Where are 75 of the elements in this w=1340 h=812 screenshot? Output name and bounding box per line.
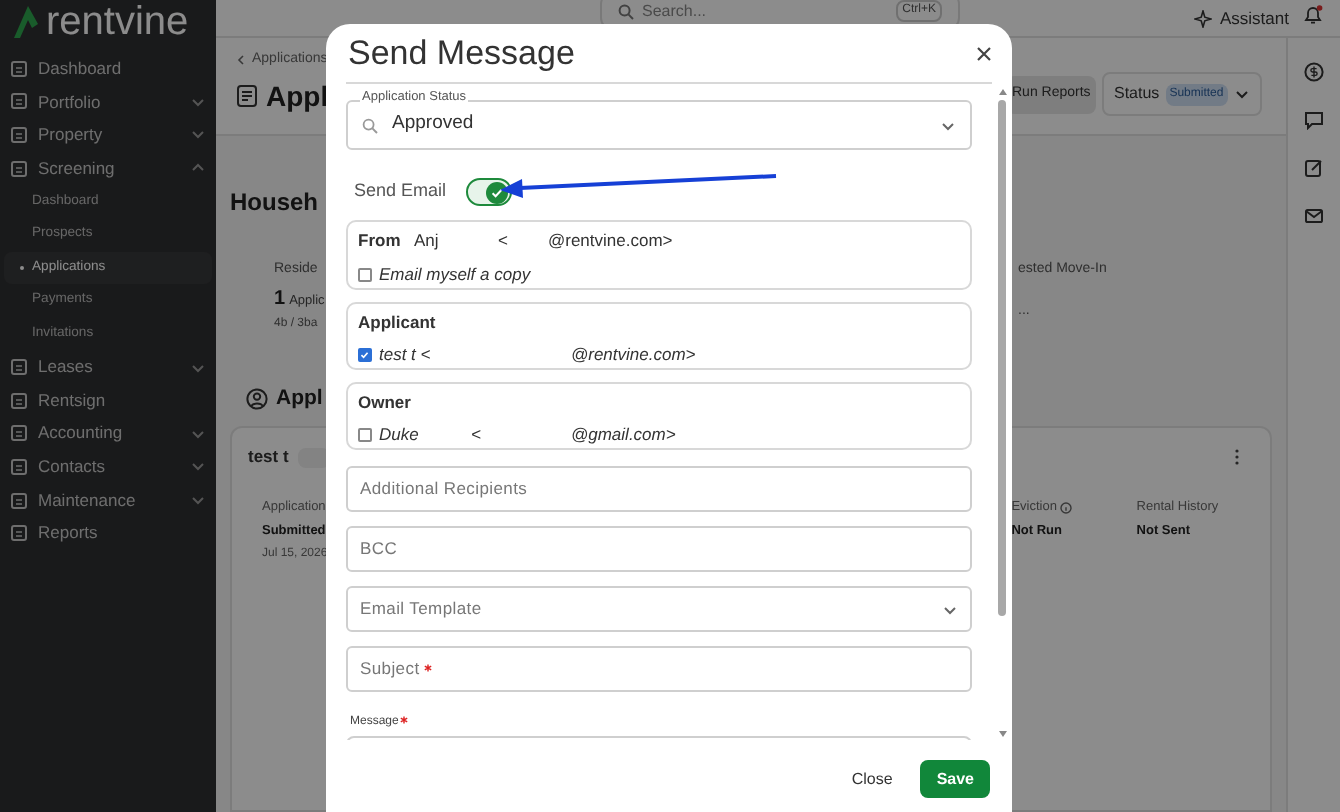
template-select[interactable]: Email Template: [346, 586, 972, 632]
nav-item[interactable]: Rentsign: [0, 383, 216, 418]
chevron-icon: [942, 601, 958, 617]
back-chevron-icon: [236, 54, 246, 67]
nav-item[interactable]: Leases: [0, 350, 216, 384]
checkbox[interactable]: [358, 268, 371, 282]
scrollbar[interactable]: [996, 88, 1008, 738]
input-field[interactable]: Subject: [346, 646, 972, 692]
search-icon: [362, 117, 378, 133]
nav-item[interactable]: Screening: [0, 151, 216, 185]
edit-icon[interactable]: [1304, 158, 1324, 178]
status-select[interactable]: Approved: [346, 100, 972, 150]
email-address: @gmail.com>: [571, 422, 676, 448]
mail-icon[interactable]: [1304, 206, 1324, 226]
checkbox[interactable]: [358, 428, 371, 442]
applicant-name: test t: [248, 444, 289, 470]
search-icon: [618, 3, 634, 19]
leaf-logo-icon: [14, 6, 42, 38]
kebab-menu-icon[interactable]: [1234, 448, 1240, 467]
chevron-icon: [190, 359, 206, 376]
email-address: @rentvine.com>: [571, 342, 696, 368]
scroll-thumb[interactable]: [998, 100, 1006, 616]
user-circle-icon: [246, 387, 268, 410]
recipient-name: Duke: [379, 422, 421, 448]
document-icon: [236, 83, 258, 107]
square-icon: [10, 457, 28, 476]
applicant-count: 1: [274, 285, 286, 313]
bell-icon[interactable]: [1302, 4, 1324, 26]
nav-item[interactable]: Dashboard: [0, 52, 216, 86]
sparkle-icon: [1194, 9, 1212, 28]
section-heading: Appl: [276, 383, 323, 413]
square-icon: [10, 159, 28, 178]
square-icon: [10, 424, 28, 443]
square-icon: [10, 491, 28, 510]
send-email-toggle[interactable]: [466, 178, 513, 206]
dollar-icon[interactable]: [1304, 62, 1324, 82]
group-title: Applicant: [358, 310, 438, 332]
checkbox[interactable]: [358, 348, 371, 362]
toggle-label: Send Email: [354, 178, 447, 205]
square-icon: [10, 358, 28, 377]
email-address: @rentvine.com>: [548, 228, 673, 254]
nav-item[interactable]: Property: [0, 118, 216, 152]
chevron-icon: [1233, 86, 1250, 102]
section-heading: Househ: [230, 186, 319, 220]
sender-name: Anj: [414, 228, 441, 254]
square-icon: [10, 524, 28, 543]
square-icon: [10, 92, 28, 111]
close-button[interactable]: Close: [843, 760, 901, 798]
nav-item[interactable]: Contacts: [0, 450, 216, 484]
scroll-up-icon[interactable]: [997, 88, 1007, 96]
nav-item[interactable]: Maintenance: [0, 483, 216, 517]
bracket-text: <: [498, 228, 510, 254]
logo-text: rentvine: [46, 2, 189, 42]
input-field[interactable]: BCC: [346, 526, 972, 572]
nav-item[interactable]: Accounting: [0, 417, 216, 451]
square-icon: [10, 391, 28, 410]
square-icon: [10, 125, 28, 144]
scroll-down-icon[interactable]: [997, 730, 1007, 738]
nav-item[interactable]: Portfolio: [0, 85, 216, 119]
field-label: From: [358, 228, 403, 254]
group-title: Owner: [358, 390, 413, 412]
assistant-button[interactable]: Assistant: [1220, 6, 1289, 32]
dialog-title: Send Message: [348, 31, 575, 76]
chevron-icon: [940, 117, 956, 133]
close-icon[interactable]: [976, 45, 992, 61]
input-field[interactable]: Additional Recipients: [346, 466, 972, 512]
square-icon: [10, 59, 28, 78]
recipient-name: test t <: [379, 342, 433, 368]
nav-item[interactable]: Reports: [0, 516, 216, 550]
bracket-text: <: [471, 422, 483, 448]
chat-icon[interactable]: [1304, 110, 1324, 130]
save-button[interactable]: Save: [920, 760, 990, 798]
check-icon: [486, 181, 509, 203]
checkbox-label: Email myself a copy: [379, 262, 531, 288]
page-title: Appl: [266, 81, 329, 109]
